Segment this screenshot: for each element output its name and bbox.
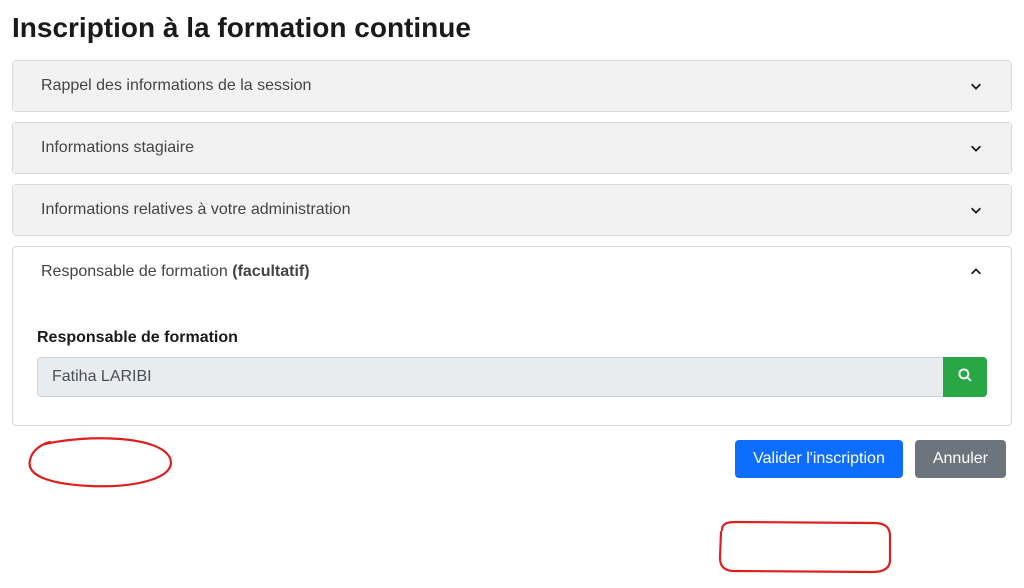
validate-registration-button[interactable]: Valider l'inscription <box>735 440 903 478</box>
section-responsible-title: Responsable de formation (facultatif) <box>41 263 310 281</box>
section-trainee-info-title: Informations stagiaire <box>41 139 194 157</box>
section-admin-info: Informations relatives à votre administr… <box>12 184 1012 236</box>
section-responsible: Responsable de formation (facultatif) Re… <box>12 246 1012 426</box>
responsible-field-label: Responsable de formation <box>37 329 987 347</box>
section-session-recap-header[interactable]: Rappel des informations de la session <box>13 61 1011 111</box>
action-bar: Valider l'inscription Annuler <box>12 426 1012 478</box>
section-admin-info-title: Informations relatives à votre administr… <box>41 201 350 219</box>
section-responsible-title-prefix: Responsable de formation <box>41 263 232 280</box>
responsible-input-row <box>37 357 987 397</box>
page-title: Inscription à la formation continue <box>12 12 1012 44</box>
section-trainee-info: Informations stagiaire <box>12 122 1012 174</box>
section-responsible-header[interactable]: Responsable de formation (facultatif) <box>13 247 1011 297</box>
chevron-up-icon <box>969 265 983 279</box>
annotation-rectangle-validate <box>712 518 897 578</box>
registration-accordion: Rappel des informations de la session In… <box>12 60 1012 426</box>
section-responsible-body: Responsable de formation <box>13 297 1011 425</box>
chevron-down-icon <box>969 79 983 93</box>
section-session-recap: Rappel des informations de la session <box>12 60 1012 112</box>
search-responsible-button[interactable] <box>943 357 987 397</box>
responsible-name-input[interactable] <box>37 357 943 397</box>
section-trainee-info-header[interactable]: Informations stagiaire <box>13 123 1011 173</box>
section-session-recap-title: Rappel des informations de la session <box>41 77 311 95</box>
section-admin-info-header[interactable]: Informations relatives à votre administr… <box>13 185 1011 235</box>
section-responsible-title-suffix: (facultatif) <box>232 263 309 280</box>
chevron-down-icon <box>969 141 983 155</box>
chevron-down-icon <box>969 203 983 217</box>
cancel-button[interactable]: Annuler <box>915 440 1006 478</box>
search-icon <box>956 366 974 389</box>
